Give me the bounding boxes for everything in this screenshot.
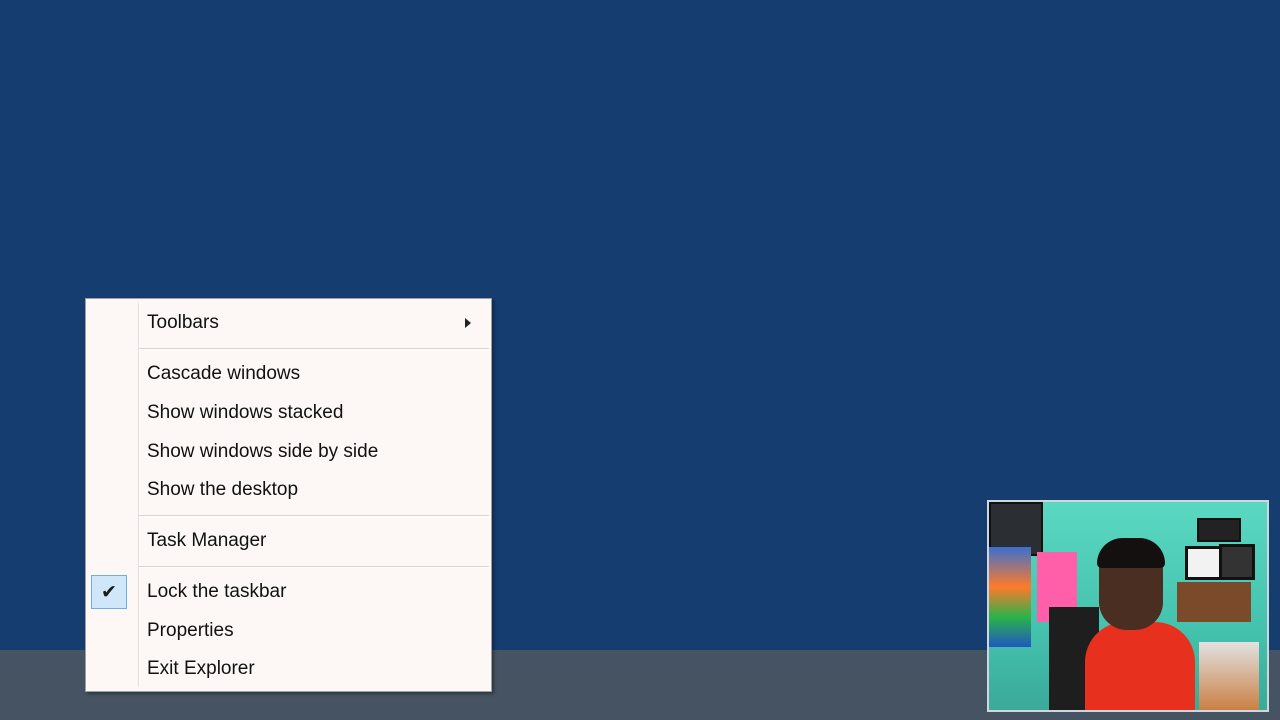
menu-item-label: Properties [147, 620, 234, 641]
menu-item-properties[interactable]: Properties [88, 614, 489, 648]
menu-item-exit-explorer[interactable]: Exit Explorer [88, 652, 489, 686]
menu-item-label: Task Manager [147, 530, 267, 551]
webcam-photo-frame [1219, 544, 1255, 580]
checkmark-icon: ✔ [91, 575, 127, 609]
menu-item-cascade-windows[interactable]: Cascade windows [88, 357, 489, 391]
menu-item-lock-the-taskbar[interactable]: ✔ Lock the taskbar [88, 575, 489, 609]
webcam-overlay [987, 500, 1269, 712]
menu-item-show-windows-side-by-side[interactable]: Show windows side by side [88, 435, 489, 469]
menu-item-toolbars[interactable]: Toolbars [88, 306, 489, 340]
menu-item-show-the-desktop[interactable]: Show the desktop [88, 473, 489, 507]
webcam-calendar [989, 547, 1031, 647]
menu-item-label: Exit Explorer [147, 658, 255, 679]
menu-item-label: Show windows side by side [147, 441, 379, 462]
menu-item-label: Show the desktop [147, 479, 299, 500]
webcam-photo-frame [1185, 546, 1223, 580]
menu-separator [139, 348, 489, 350]
submenu-arrow-icon [465, 318, 471, 328]
menu-item-label: Lock the taskbar [147, 581, 287, 602]
menu-item-task-manager[interactable]: Task Manager [88, 524, 489, 558]
menu-separator [139, 515, 489, 517]
menu-item-label: Show windows stacked [147, 402, 344, 423]
menu-separator [139, 566, 489, 568]
taskbar-context-menu: Toolbars Cascade windows Show windows st… [85, 298, 492, 692]
webcam-photo-frame [1197, 518, 1241, 542]
webcam-shelf [1177, 582, 1251, 622]
webcam-person-hair [1097, 538, 1165, 568]
menu-item-show-windows-stacked[interactable]: Show windows stacked [88, 396, 489, 430]
menu-item-label: Toolbars [147, 312, 219, 333]
webcam-toys [1199, 642, 1259, 710]
webcam-person-shirt [1085, 622, 1195, 710]
menu-item-label: Cascade windows [147, 363, 301, 384]
